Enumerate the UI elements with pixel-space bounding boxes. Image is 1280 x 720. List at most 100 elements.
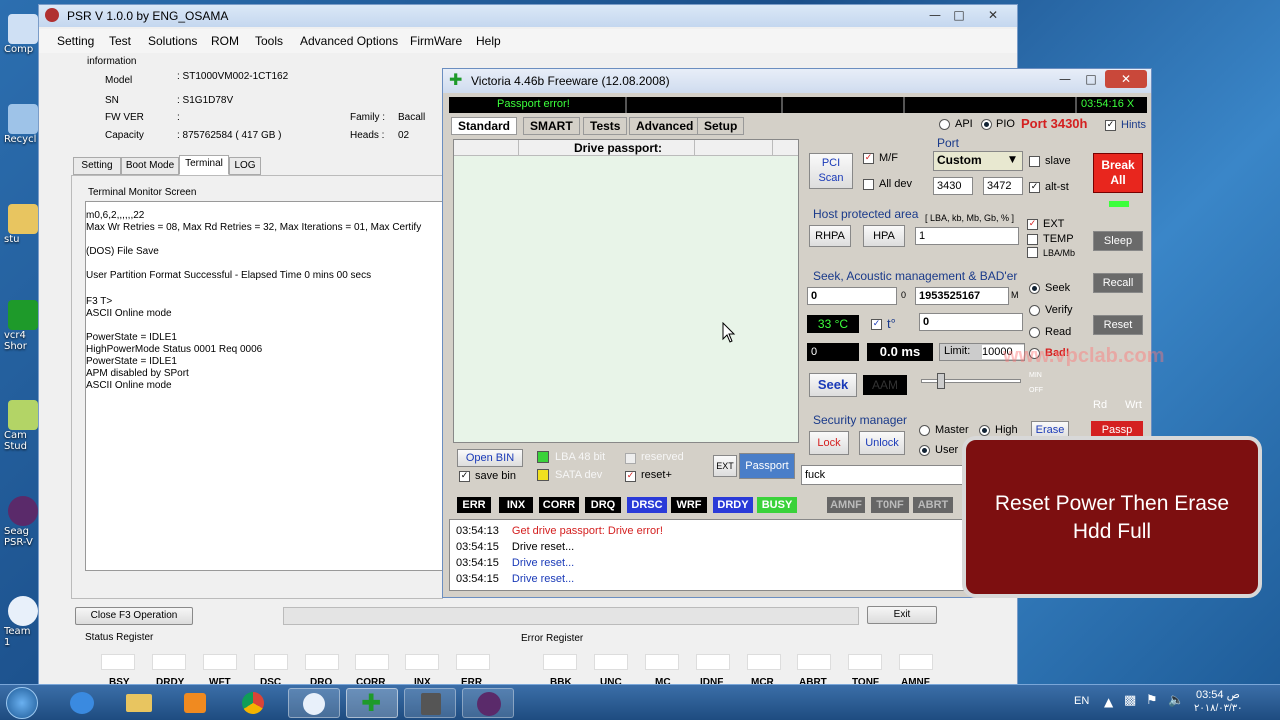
- recall-button[interactable]: Recall: [1093, 273, 1143, 293]
- error-bit-box: [899, 654, 933, 670]
- lock-button[interactable]: Lock: [809, 431, 849, 455]
- vtab-advanced[interactable]: Advanced: [629, 117, 701, 135]
- menu-advanced-options[interactable]: Advanced Options: [300, 34, 398, 48]
- break-all-button[interactable]: Break All: [1093, 153, 1143, 193]
- api-radio[interactable]: [939, 119, 950, 130]
- rhpa-button[interactable]: RHPA: [809, 225, 851, 247]
- aam-slider-thumb[interactable]: [937, 373, 945, 389]
- seek-start-input[interactable]: 0: [807, 287, 897, 305]
- pio-radio[interactable]: [981, 119, 992, 130]
- password-input[interactable]: fuck: [801, 465, 965, 485]
- vtab-smart[interactable]: SMART: [523, 117, 580, 135]
- mode-verify-radio[interactable]: [1029, 305, 1040, 316]
- clock-time[interactable]: 03:54 ص: [1196, 688, 1240, 701]
- flag-t0nf: T0NF: [871, 497, 909, 513]
- start-button-icon[interactable]: [6, 687, 38, 719]
- taskbar-chrome-icon[interactable]: [228, 688, 280, 718]
- aam-slider-track[interactable]: [921, 379, 1021, 383]
- psr-title-bar[interactable]: PSR V 1.0.0 by ENG_OSAMA — □ ✕: [39, 5, 1017, 27]
- alldev-checkbox[interactable]: [863, 179, 874, 190]
- pci-scan-button[interactable]: PCI Scan: [809, 153, 853, 189]
- menu-test[interactable]: Test: [109, 34, 131, 48]
- vtab-setup[interactable]: Setup: [697, 117, 745, 135]
- mouse-cursor-icon: [722, 322, 736, 343]
- passport-pane[interactable]: Drive passport:: [453, 139, 799, 443]
- mode-seek-radio[interactable]: [1029, 283, 1040, 294]
- close-icon[interactable]: ✕: [979, 5, 1007, 25]
- mode-verify-label: Verify: [1045, 304, 1073, 316]
- mf-checkbox[interactable]: ✓: [863, 153, 874, 164]
- seek-button[interactable]: Seek: [809, 373, 857, 397]
- menu-tools[interactable]: Tools: [255, 34, 283, 48]
- taskbar-camtasia-icon[interactable]: [404, 688, 456, 718]
- menu-help[interactable]: Help: [476, 34, 501, 48]
- tray-chevron-icon[interactable]: ▲: [1104, 695, 1113, 709]
- mf-label: M/F: [879, 152, 898, 164]
- volume-icon[interactable]: 🔈: [1168, 693, 1184, 708]
- taskbar-ie-icon[interactable]: [58, 688, 110, 718]
- hints-checkbox[interactable]: ✓: [1105, 120, 1116, 131]
- unlock-button[interactable]: Unlock: [859, 431, 905, 455]
- minimize-icon[interactable]: —: [1051, 69, 1079, 89]
- mode-read-radio[interactable]: [1029, 327, 1040, 338]
- reserved-checkbox[interactable]: [625, 453, 636, 464]
- t-label: t°: [887, 316, 896, 331]
- temp-toggle-checkbox[interactable]: ✓: [871, 319, 882, 330]
- tab-terminal[interactable]: Terminal: [179, 155, 229, 175]
- vtab-standard[interactable]: Standard: [451, 117, 518, 135]
- taskbar-victoria-icon[interactable]: ✚: [346, 688, 398, 718]
- temp-checkbox[interactable]: [1027, 234, 1038, 245]
- aam-off-label: OFF: [1029, 387, 1043, 394]
- save-bin-checkbox[interactable]: ✓: [459, 471, 470, 482]
- menu-solutions[interactable]: Solutions: [148, 34, 197, 48]
- port2-input[interactable]: 3472: [983, 177, 1023, 195]
- log-time: 03:54:13: [456, 525, 499, 537]
- taskbar-explorer-icon[interactable]: [114, 688, 166, 718]
- reset-plus-checkbox[interactable]: ✓: [625, 471, 636, 482]
- seek-end-input[interactable]: 1953525167: [915, 287, 1009, 305]
- reset-button[interactable]: Reset: [1093, 315, 1143, 335]
- master-radio[interactable]: [919, 425, 930, 436]
- tab-boot-mode[interactable]: Boot Mode: [121, 157, 179, 175]
- network-icon[interactable]: ▩: [1124, 693, 1136, 708]
- ext-checkbox[interactable]: ✓: [1027, 219, 1038, 230]
- lbamb-checkbox[interactable]: [1027, 247, 1038, 258]
- altst-checkbox[interactable]: ✓: [1029, 182, 1040, 193]
- seek-value-input[interactable]: 0: [919, 313, 1023, 331]
- maximize-icon[interactable]: □: [1077, 69, 1105, 89]
- menu-setting[interactable]: Setting: [57, 34, 94, 48]
- maximize-icon[interactable]: □: [945, 5, 973, 25]
- terminal-output[interactable]: m0,6,2,,,,,,22 Max Wr Retries = 08, Max …: [85, 201, 443, 571]
- tab-log[interactable]: LOG: [229, 157, 261, 175]
- event-log[interactable]: 03:54:13 Get drive passport: Drive error…: [449, 519, 965, 591]
- close-icon[interactable]: ✕: [1105, 70, 1147, 88]
- flag-icon[interactable]: ⚑: [1146, 693, 1158, 708]
- user-radio[interactable]: [919, 445, 930, 456]
- tab-setting[interactable]: Setting: [73, 157, 121, 175]
- taskbar-media-icon[interactable]: [170, 688, 222, 718]
- clock-date[interactable]: ٢٠١٨/٠٣/٣٠: [1194, 703, 1243, 714]
- exit-button[interactable]: Exit: [867, 606, 937, 624]
- victoria-title-bar[interactable]: ✚ Victoria 4.46b Freeware (12.08.2008) —…: [443, 69, 1151, 93]
- sleep-button[interactable]: Sleep: [1093, 231, 1143, 251]
- taskbar-psr-icon[interactable]: [462, 688, 514, 718]
- ext-button[interactable]: EXT: [713, 455, 737, 477]
- flag-amnf: AMNF: [827, 497, 865, 513]
- language-indicator[interactable]: EN: [1074, 695, 1089, 707]
- vtab-tests[interactable]: Tests: [583, 117, 628, 135]
- hpa-value-input[interactable]: 1: [915, 227, 1019, 245]
- menu-rom[interactable]: ROM: [211, 34, 239, 48]
- hpa-button[interactable]: HPA: [863, 225, 905, 247]
- model-label: Model: [105, 75, 133, 86]
- caption-overlay: Reset Power Then Erase Hdd Full: [962, 436, 1262, 598]
- close-f3-button[interactable]: Close F3 Operation: [75, 607, 193, 625]
- status-bit-box: [355, 654, 389, 670]
- menu-firmware[interactable]: FirmWare: [410, 34, 462, 48]
- slave-checkbox[interactable]: [1029, 156, 1040, 167]
- terminal-line: Max Wr Retries = 08, Max Rd Retries = 32…: [86, 222, 422, 233]
- high-radio[interactable]: [979, 425, 990, 436]
- open-bin-button[interactable]: Open BIN: [457, 449, 523, 467]
- port1-input[interactable]: 3430: [933, 177, 973, 195]
- passport-button[interactable]: Passport: [739, 453, 795, 479]
- taskbar-teamviewer-icon[interactable]: [288, 688, 340, 718]
